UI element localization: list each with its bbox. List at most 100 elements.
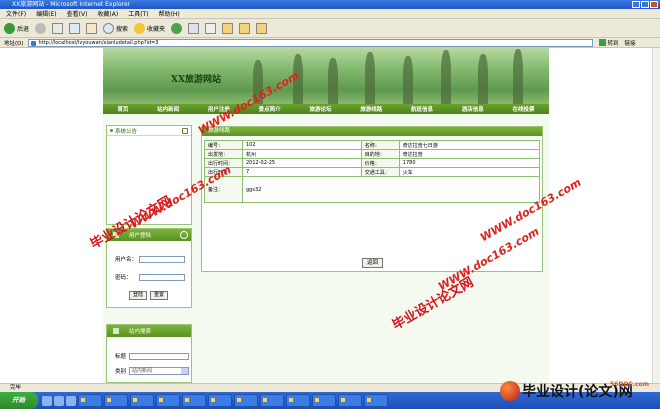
home-icon[interactable]	[86, 22, 98, 34]
destination-value: 奇达拉普	[398, 149, 541, 159]
folder-icon[interactable]	[222, 22, 234, 34]
taskbar-item[interactable]	[260, 394, 284, 407]
taskbar-item[interactable]	[286, 394, 310, 407]
search-label: 搜索	[116, 25, 129, 33]
table-row: 出发地： 杭州 目的地： 奇达拉普	[204, 149, 541, 159]
price-label: 价格：	[360, 158, 400, 168]
address-bar: 地址(D) http://localhost/lvyouwan/xianlude…	[0, 38, 660, 48]
nav-attractions[interactable]: 景点简介	[259, 105, 281, 113]
password-row: 密码：	[115, 273, 185, 281]
back-label: 后退	[17, 25, 30, 33]
site-container: XX旅游网站 首页 站内新闻 用户注册 景点简介 旅游论坛 旅游线路 航班信息 …	[103, 48, 549, 383]
minimize-button[interactable]	[632, 1, 640, 8]
nav-forum[interactable]: 旅游论坛	[309, 105, 331, 113]
history-icon[interactable]	[171, 22, 183, 34]
id-label: 编号：	[204, 140, 243, 150]
reset-button[interactable]: 重置	[150, 291, 169, 300]
start-button[interactable]: 开始	[0, 392, 38, 409]
back-button[interactable]: 后退	[4, 22, 30, 34]
forward-arrow-icon[interactable]	[35, 22, 47, 34]
links-label[interactable]: 链接	[625, 39, 636, 47]
address-label: 地址(D)	[4, 40, 24, 47]
password-input[interactable]	[139, 273, 185, 281]
browser-toolbar: 后退 搜索 收藏夹	[0, 19, 660, 38]
taskbar-item[interactable]	[234, 394, 258, 407]
remark-value: ggs32	[242, 176, 540, 203]
password-label: 密码：	[115, 275, 132, 281]
star-icon	[134, 22, 146, 34]
menu-file[interactable]: 文件(F)	[6, 9, 26, 18]
address-input[interactable]: http://localhost/lvyouwan/xianludetail.p…	[27, 38, 593, 47]
go-button[interactable]: 转到	[598, 39, 619, 47]
nav-news[interactable]: 站内新闻	[157, 105, 179, 113]
folder-icon-3[interactable]	[256, 22, 268, 34]
quicklaunch-icon[interactable]	[66, 395, 76, 406]
bullet-icon	[110, 129, 113, 132]
nav-home[interactable]: 首页	[117, 105, 128, 113]
logo-icon	[500, 381, 520, 401]
search-title-label: 标题	[115, 354, 127, 360]
nav-vote[interactable]: 在线投票	[513, 105, 535, 113]
print-icon[interactable]	[205, 22, 217, 34]
taskbar-item[interactable]	[182, 394, 206, 407]
taskbar-item[interactable]	[208, 394, 232, 407]
close-button[interactable]	[650, 1, 658, 8]
category-value: 站内新闻	[132, 368, 153, 374]
login-box: 用户登陆 用户名： 密码： 登陆 重置	[106, 228, 192, 308]
taskbar-item[interactable]	[364, 394, 388, 407]
mail-icon[interactable]	[188, 22, 200, 34]
logo-url: 56DOC.com	[610, 381, 650, 388]
stop-icon[interactable]	[52, 22, 64, 34]
search-box: 站内搜索 标题 类别 站内新闻	[106, 324, 192, 383]
refresh-icon[interactable]	[69, 22, 81, 34]
nav-hotels[interactable]: 酒店信息	[462, 105, 484, 113]
quick-launch	[42, 395, 76, 406]
search-title: 站内搜索	[129, 329, 152, 335]
price-value: 1780	[398, 158, 541, 168]
menu-edit[interactable]: 编辑(E)	[36, 9, 56, 18]
id-value: 102	[242, 140, 362, 150]
login-button[interactable]: 登陆	[129, 291, 148, 300]
key-icon	[180, 231, 188, 239]
maximize-button[interactable]	[641, 1, 649, 8]
search-box-icon	[113, 328, 119, 334]
folder-icon-2[interactable]	[239, 22, 251, 34]
notice-title: 系统公告	[115, 128, 138, 135]
route-detail-table: 编号： 102 名称： 奇达拉普七日游 出发地： 杭州 目的地： 奇达拉普 出行…	[204, 140, 541, 203]
transport-label: 交通工具：	[360, 167, 400, 177]
chevron-down-icon	[181, 368, 188, 374]
name-value: 奇达拉普七日游	[398, 140, 541, 150]
menu-bar: 文件(F) 编辑(E) 查看(V) 收藏(A) 工具(T) 帮助(H)	[0, 9, 660, 19]
taskbar-item[interactable]	[156, 394, 180, 407]
menu-help[interactable]: 帮助(H)	[159, 9, 180, 18]
menu-view[interactable]: 查看(V)	[67, 9, 88, 18]
search-button[interactable]: 搜索	[103, 22, 129, 34]
panel-title: 旅游线路	[202, 127, 542, 136]
search-title-input[interactable]	[129, 352, 189, 360]
table-row: 出行时间： 2012-02-25 价格： 1780	[204, 158, 541, 168]
table-row: 出行时长： 7 交通工具： 火车	[204, 167, 541, 177]
taskbar-item[interactable]	[78, 394, 102, 407]
taskbar-item[interactable]	[130, 394, 154, 407]
menu-tools[interactable]: 工具(T)	[128, 9, 148, 18]
site-banner: XX旅游网站	[103, 48, 549, 104]
notice-header: 系统公告	[107, 126, 191, 136]
quicklaunch-icon[interactable]	[54, 395, 64, 406]
origin-label: 出发地：	[204, 149, 243, 159]
username-row: 用户名：	[115, 255, 185, 263]
username-input[interactable]	[139, 255, 185, 263]
taskbar-item[interactable]	[312, 394, 336, 407]
quicklaunch-icon[interactable]	[42, 395, 52, 406]
transport-value: 火车	[398, 167, 541, 177]
nav-flights[interactable]: 航班信息	[411, 105, 433, 113]
rss-icon	[182, 128, 188, 134]
back-page-button[interactable]: 返回	[362, 258, 384, 268]
vertical-scrollbar[interactable]	[652, 48, 660, 383]
favorites-button[interactable]: 收藏夹	[134, 22, 165, 34]
taskbar-item[interactable]	[338, 394, 362, 407]
nav-routes[interactable]: 旅游线路	[360, 105, 382, 113]
taskbar-item[interactable]	[104, 394, 128, 407]
search-icon	[103, 22, 115, 34]
menu-favorites[interactable]: 收藏(A)	[97, 9, 118, 18]
category-select[interactable]: 站内新闻	[129, 367, 189, 375]
